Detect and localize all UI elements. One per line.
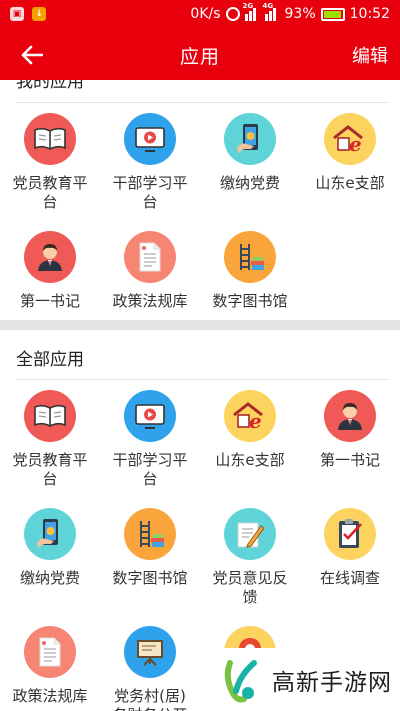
app-online-survey[interactable]: 在线调查 — [300, 508, 400, 588]
app-label: 数字图书馆 — [212, 292, 288, 310]
app-label: 干部学习平台 — [112, 451, 188, 488]
divider — [16, 102, 390, 103]
app-label: 第一书记 — [19, 292, 80, 310]
person-icon — [324, 390, 376, 442]
battery-percent: 93% — [284, 6, 316, 22]
app-label: 政策法规库 — [12, 687, 88, 705]
app-pay-dues[interactable]: 缴纳党费 — [0, 508, 100, 588]
divider — [16, 379, 390, 380]
library-icon — [124, 508, 176, 560]
mobile-payment-icon — [24, 508, 76, 560]
book-icon — [24, 390, 76, 442]
video-play-icon — [124, 113, 176, 165]
video-play-icon — [124, 390, 176, 442]
watermark: 高新手游网 — [216, 648, 400, 711]
download-notification-icon: ↓ — [32, 7, 46, 21]
status-bar: ▣ ↓ 0K/s 2G 4G 93% 10:52 — [0, 0, 400, 30]
app-digital-library[interactable]: 数字图书馆 — [200, 231, 300, 311]
app-first-secretary[interactable]: 第一书记 — [0, 231, 100, 311]
app-first-secretary[interactable]: 第一书记 — [300, 390, 400, 470]
app-label: 第一书记 — [319, 451, 380, 469]
app-cadre-learning[interactable]: 干部学习平台 — [100, 390, 200, 489]
watermark-text: 高新手游网 — [272, 669, 392, 696]
net-4g-label: 4G — [262, 2, 274, 10]
signal-4g-icon: 4G — [263, 2, 280, 21]
app-party-education[interactable]: 党员教育平台 — [0, 390, 100, 489]
mobile-payment-icon — [224, 113, 276, 165]
section-separator — [0, 320, 400, 330]
app-bar: 应用 编辑 — [0, 30, 400, 80]
app-label: 缴纳党费 — [219, 174, 280, 192]
svg-text:e: e — [249, 409, 262, 432]
edit-button[interactable]: 编辑 — [352, 42, 388, 68]
app-label: 山东e支部 — [215, 451, 285, 469]
app-party-education[interactable]: 党员教育平台 — [0, 113, 100, 212]
app-label: 缴纳党费 — [19, 569, 80, 587]
app-shandong-e-branch[interactable]: e 山东e支部 — [200, 390, 300, 470]
app-label: 政策法规库 — [112, 292, 188, 310]
signal-2g-icon: 2G — [243, 2, 260, 21]
page-title: 应用 — [179, 46, 220, 68]
book-icon — [24, 113, 76, 165]
app-label: 干部学习平台 — [112, 174, 188, 211]
library-icon — [224, 231, 276, 283]
person-icon — [24, 231, 76, 283]
pencil-paper-icon — [224, 508, 276, 560]
clipboard-check-icon — [324, 508, 376, 560]
app-policy-library[interactable]: 政策法规库 — [100, 231, 200, 311]
house-e-icon: e — [224, 390, 276, 442]
app-policy-library[interactable]: 政策法规库 — [0, 626, 100, 706]
all-apps-heading: 全部应用 — [16, 350, 84, 370]
net-2g-label: 2G — [242, 2, 254, 10]
gallery-notification-icon: ▣ — [10, 7, 24, 21]
my-apps-heading: 我的应用 — [16, 80, 84, 92]
app-label: 数字图书馆 — [112, 569, 188, 587]
app-cadre-learning[interactable]: 干部学习平台 — [100, 113, 200, 212]
apps-content[interactable]: 我的应用 党员教育平台 干部学习平台 缴纳党费 e 山东e支部 第一书记 政策法… — [0, 80, 400, 711]
app-village-affairs[interactable]: 党务村(居)务财务公开 — [100, 626, 200, 711]
app-label: 党员意见反馈 — [212, 569, 288, 606]
app-pay-dues[interactable]: 缴纳党费 — [200, 113, 300, 193]
watermark-logo — [224, 659, 257, 702]
house-e-icon: e — [324, 113, 376, 165]
document-icon — [24, 626, 76, 678]
app-label: 党员教育平台 — [12, 174, 88, 211]
svg-text:e: e — [349, 132, 362, 155]
app-shandong-e-branch[interactable]: e 山东e支部 — [300, 113, 400, 193]
app-label: 在线调查 — [319, 569, 380, 587]
app-label: 党员教育平台 — [12, 451, 88, 488]
battery-icon — [320, 7, 345, 21]
app-member-feedback[interactable]: 党员意见反馈 — [200, 508, 300, 607]
app-label: 山东e支部 — [315, 174, 385, 192]
alarm-icon — [225, 7, 240, 21]
presentation-board-icon — [124, 626, 176, 678]
network-speed: 0K/s — [190, 6, 221, 22]
document-icon — [124, 231, 176, 283]
app-digital-library[interactable]: 数字图书馆 — [100, 508, 200, 588]
app-label: 党务村(居)务财务公开 — [112, 687, 187, 711]
clock: 10:52 — [349, 6, 390, 22]
